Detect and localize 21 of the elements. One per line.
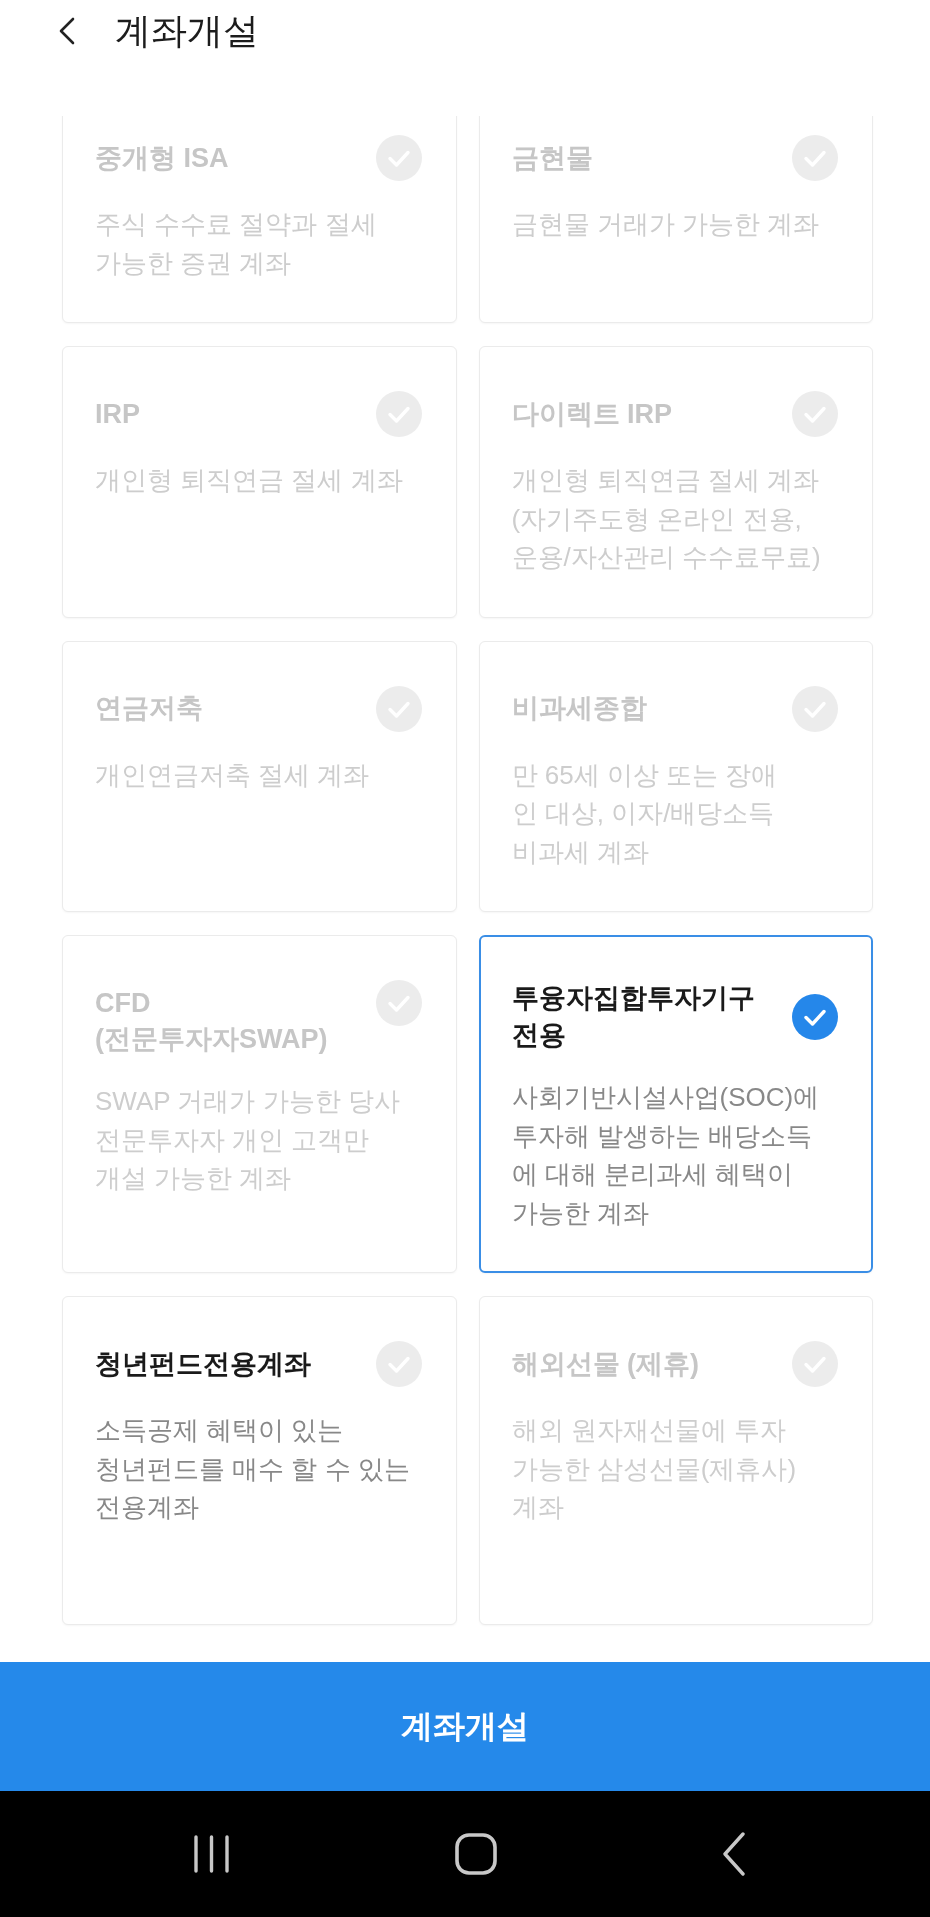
account-title: 해외선물 (제휴) — [511, 1347, 700, 1381]
account-option-card[interactable]: 투융자집합투자기구 전용 사회기반시설사업(SOC)에 투자해 발생하는 배당소득 에 대해 분리과세 혜택이 가능한 계좌 — [478, 935, 873, 1273]
account-description: 소득공제 혜택이 있는 청년펀드를 매수 할 수 있는 전용계좌 — [95, 1414, 411, 1524]
account-subtitle: (전문투자자SWAP) — [95, 1023, 329, 1056]
check-circle-icon — [792, 994, 838, 1040]
account-title: 중개형 ISA — [95, 141, 230, 175]
home-icon[interactable] — [455, 1833, 497, 1875]
account-title: 청년펀드전용계좌 — [95, 1347, 312, 1381]
open-account-button[interactable]: 계좌개설 — [0, 1662, 930, 1791]
account-option-card[interactable]: 청년펀드전용계좌 소득공제 혜택이 있는 청년펀드를 매수 할 수 있는 전용계좌 — [62, 1296, 457, 1625]
account-title: CFD — [95, 986, 152, 1020]
account-title: 투융자집합투자기구 전용 — [511, 982, 756, 1052]
account-title: 다이렉트 IRP — [511, 397, 673, 431]
account-title: 비과세종합 — [511, 692, 648, 725]
recent-apps-icon[interactable] — [193, 1835, 230, 1873]
account-title: 연금저축 — [95, 692, 204, 725]
page-title: 계좌개설 — [115, 9, 259, 53]
account-title: 금현물 — [511, 141, 594, 175]
back-icon[interactable] — [58, 17, 75, 45]
account-title: IRP — [95, 397, 141, 431]
account-description: 사회기반시설사업(SOC)에 투자해 발생하는 배당소득 에 대해 분리과세 혜택이 가능한 계좌 — [511, 1081, 821, 1230]
